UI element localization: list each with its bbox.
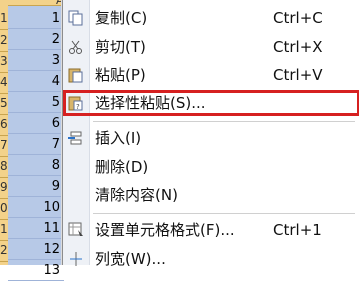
- row-number-cell[interactable]: 3: [8, 50, 64, 71]
- left-digit-3: 3: [0, 51, 8, 73]
- context-menu: 复制(C) Ctrl+C 剪切(T) Ctrl+X 粘贴(P) Ctrl+V ?…: [62, 0, 359, 268]
- left-digit-7: 7: [0, 135, 8, 157]
- menu-item-shortcut: Ctrl+X: [273, 38, 323, 56]
- left-digit-12: 2: [0, 240, 8, 262]
- left-digit-1: 1: [0, 8, 8, 30]
- paste-icon: [67, 66, 85, 84]
- menu-item-column-width[interactable]: 列宽(W)...: [63, 246, 359, 272]
- menu-item-insert[interactable]: 插入(I): [63, 125, 359, 151]
- menu-item-label: 插入(I): [95, 129, 142, 147]
- menu-item-clear-contents[interactable]: 清除内容(N): [63, 182, 359, 208]
- row-number-cell[interactable]: 2: [8, 29, 64, 50]
- menu-separator: [93, 121, 355, 122]
- row-number-cell[interactable]: 5: [8, 92, 64, 113]
- menu-item-label: 选择性粘贴(S)...: [95, 94, 206, 112]
- row-number-cell[interactable]: 13: [8, 260, 64, 281]
- menu-item-paste[interactable]: 粘贴(P) Ctrl+V: [63, 62, 359, 88]
- row-number-cell[interactable]: 12: [8, 239, 64, 260]
- row-number-cell[interactable]: 6: [8, 113, 64, 134]
- menu-item-format-cells[interactable]: 设置单元格格式(F)... Ctrl+1: [63, 217, 359, 243]
- menu-item-copy[interactable]: 复制(C) Ctrl+C: [63, 5, 359, 31]
- left-digit-10: 0: [0, 198, 8, 220]
- left-digit-2: 2: [0, 30, 8, 52]
- left-digit-9: 9: [0, 177, 8, 199]
- left-digit-6: 6: [0, 114, 8, 136]
- menu-item-paste-special[interactable]: ? 选择性粘贴(S)...: [63, 90, 359, 116]
- menu-item-label: 清除内容(N): [95, 186, 178, 204]
- left-digit-4: 4: [0, 72, 8, 94]
- paste-special-icon: ?: [67, 94, 85, 112]
- menu-item-label: 列宽(W)...: [95, 250, 166, 268]
- menu-item-delete[interactable]: 删除(D): [63, 154, 359, 180]
- row-number-cell[interactable]: 11: [8, 218, 64, 239]
- left-digit-11: 1: [0, 219, 8, 241]
- row-number-cell[interactable]: 7: [8, 134, 64, 155]
- copy-icon: [67, 9, 85, 27]
- menu-item-shortcut: Ctrl+1: [273, 221, 322, 239]
- left-digit-5: 5: [0, 93, 8, 115]
- menu-separator: [93, 213, 355, 214]
- row-number-cell[interactable]: 1: [8, 8, 64, 29]
- menu-item-label: 设置单元格格式(F)...: [95, 221, 235, 239]
- svg-text:?: ?: [76, 103, 80, 111]
- insert-icon: [67, 129, 85, 147]
- row-number-cell[interactable]: 4: [8, 71, 64, 92]
- column-width-icon: [67, 250, 85, 268]
- row-number-cell[interactable]: 10: [8, 197, 64, 218]
- menu-item-shortcut: Ctrl+C: [273, 9, 323, 27]
- row-number-cell[interactable]: 9: [8, 176, 64, 197]
- scissors-icon: [67, 38, 85, 56]
- menu-item-shortcut: Ctrl+V: [273, 66, 323, 84]
- menu-item-label: 删除(D): [95, 158, 149, 176]
- menu-item-cut[interactable]: 剪切(T) Ctrl+X: [63, 34, 359, 60]
- menu-item-label: 粘贴(P): [95, 66, 146, 84]
- left-digit-8: 8: [0, 156, 8, 178]
- row-number-cell[interactable]: 8: [8, 155, 64, 176]
- menu-item-label: 剪切(T): [95, 38, 146, 56]
- menu-item-label: 复制(C): [95, 9, 148, 27]
- column-a-selected[interactable]: 1 2 3 4 5 6 7 8 9 10 11 12 13: [8, 6, 64, 281]
- format-cells-icon: [67, 221, 85, 239]
